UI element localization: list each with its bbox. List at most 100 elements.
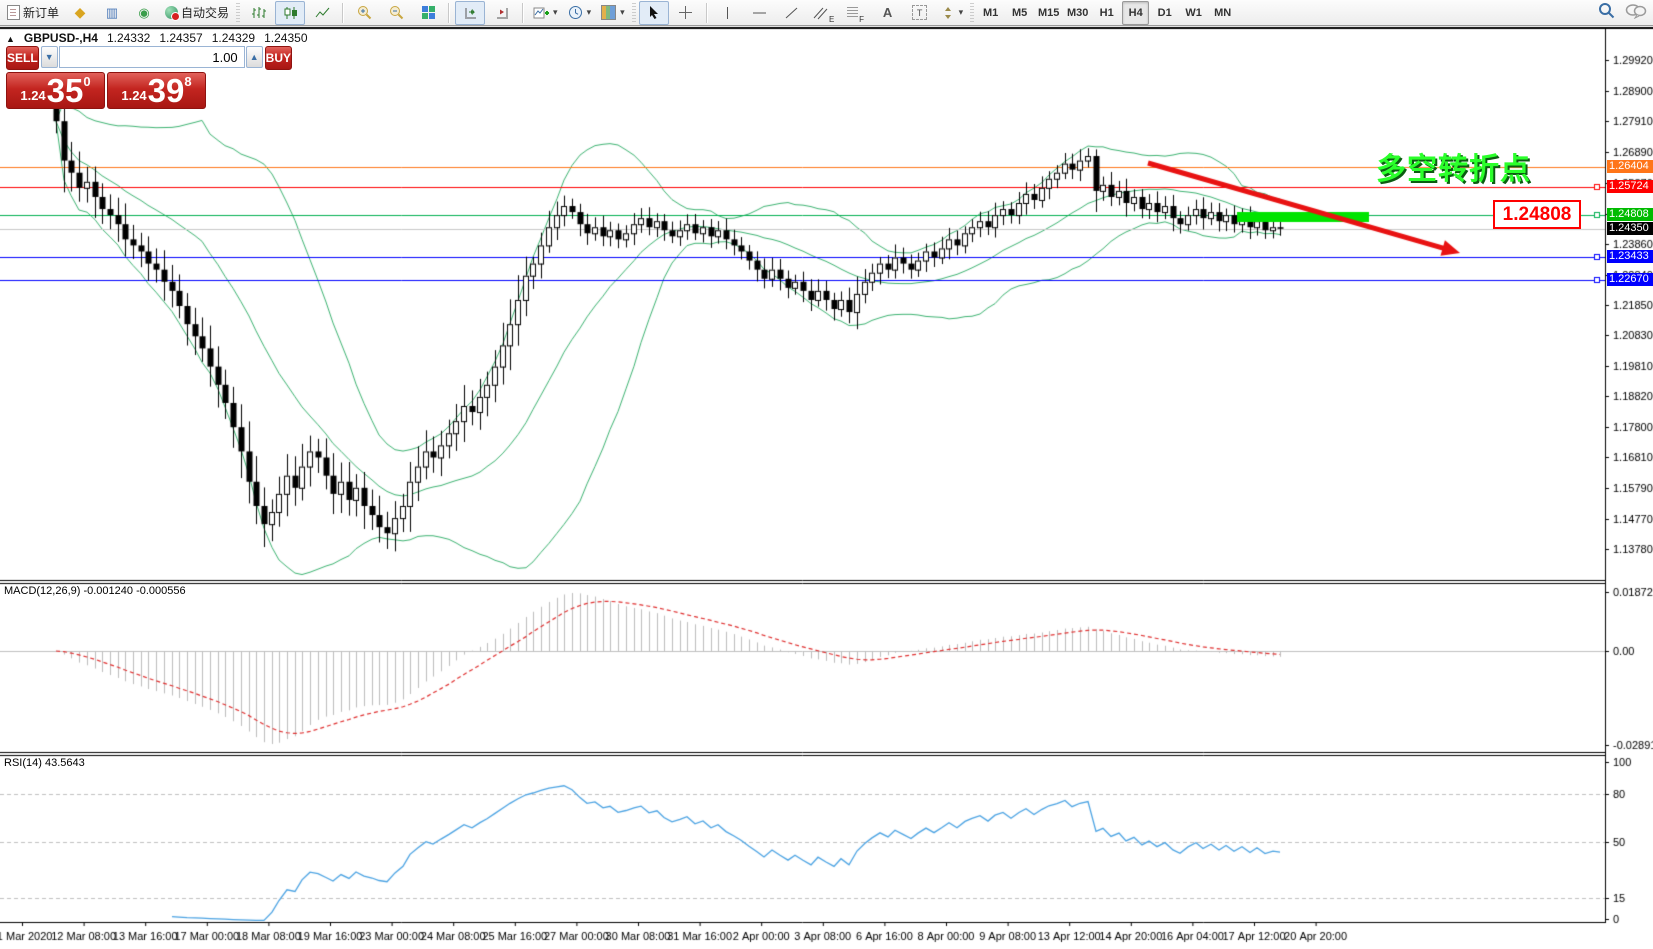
turning-point-annotation[interactable]: 多空转折点 xyxy=(1376,144,1531,188)
tf-m15[interactable]: M15 xyxy=(1035,1,1062,25)
bar-chart-icon xyxy=(251,6,266,20)
rsi-label: RSI(14) 43.5643 xyxy=(4,757,85,769)
chevron-down-icon: ▾ xyxy=(959,7,964,18)
tf-m5[interactable]: M5 xyxy=(1006,1,1033,25)
templates-button[interactable]: ▾ xyxy=(597,1,629,25)
tf-d1[interactable]: D1 xyxy=(1151,1,1178,25)
arrows-icon xyxy=(941,6,955,20)
arrows-button[interactable]: ▾ xyxy=(937,1,968,25)
tf-m30[interactable]: M30 xyxy=(1064,1,1091,25)
sell-price-prefix: 1.24 xyxy=(20,88,45,103)
volume-down-button[interactable]: ▼ xyxy=(41,46,58,68)
sell-price-main: 35 xyxy=(47,76,84,106)
indicators-icon xyxy=(533,6,549,20)
indicators-button[interactable]: ▾ xyxy=(529,1,562,25)
buy-price-pipette: 8 xyxy=(184,74,191,89)
market-watch-icon: ◆ xyxy=(75,6,86,19)
buy-button[interactable]: BUY xyxy=(265,46,292,70)
main-toolbar: 新订单 ◆ ▥ ◉ 自动交易 xyxy=(0,0,1653,26)
chart-shift-button[interactable] xyxy=(487,1,517,25)
volume-stepper: ▼ ▲ xyxy=(41,46,263,68)
buy-price-main: 39 xyxy=(148,76,185,106)
zoom-out-button[interactable] xyxy=(381,1,411,25)
search-icon[interactable] xyxy=(1598,2,1615,19)
text-label-button[interactable]: T xyxy=(905,1,935,25)
data-window-button[interactable]: ▥ xyxy=(97,1,127,25)
tf-m1[interactable]: M1 xyxy=(977,1,1004,25)
price-level-label: 1.24808 xyxy=(1607,208,1653,221)
line-chart-button[interactable] xyxy=(307,1,337,25)
cursor-button[interactable] xyxy=(639,1,669,25)
autotrading-icon xyxy=(165,6,178,19)
text-button[interactable]: A xyxy=(873,1,903,25)
volume-up-button[interactable]: ▲ xyxy=(246,46,263,68)
periods-button[interactable]: ▾ xyxy=(564,1,596,25)
sell-price-pipette: 0 xyxy=(83,74,90,89)
volume-input[interactable] xyxy=(59,46,245,68)
navigator-button[interactable]: ◉ xyxy=(129,1,159,25)
market-watch-button[interactable]: ◆ xyxy=(65,1,95,25)
tf-h4[interactable]: H4 xyxy=(1122,1,1149,25)
symbol-marker-icon: ▲ xyxy=(6,34,15,44)
auto-scroll-icon xyxy=(463,6,478,20)
horizontal-line-icon xyxy=(752,6,767,20)
chevron-down-icon: ▾ xyxy=(587,7,592,18)
fibonacci-icon xyxy=(847,7,858,18)
periods-icon xyxy=(568,5,583,20)
price-level-label: 1.22670 xyxy=(1607,273,1653,286)
ohlc-low: 1.24329 xyxy=(212,31,255,45)
trendline-button[interactable] xyxy=(777,1,807,25)
macd-label: MACD(12,26,9) -0.001240 -0.000556 xyxy=(4,585,186,597)
auto-scroll-button[interactable] xyxy=(455,1,485,25)
channel-icon xyxy=(813,6,828,20)
sell-button[interactable]: SELL xyxy=(6,46,39,70)
horizontal-line-button[interactable] xyxy=(745,1,775,25)
price-box-annotation[interactable]: 1.24808 xyxy=(1493,200,1581,229)
price-level-label: 1.25724 xyxy=(1607,180,1653,193)
new-order-icon xyxy=(7,5,20,20)
tf-mn[interactable]: MN xyxy=(1209,1,1236,25)
price-level-label: 1.23433 xyxy=(1607,250,1653,263)
sell-price-button[interactable]: 1.24 35 0 xyxy=(6,72,105,109)
bar-chart-button[interactable] xyxy=(243,1,273,25)
chat-icon[interactable] xyxy=(1625,3,1647,19)
cursor-icon xyxy=(647,5,660,20)
new-order-button[interactable]: 新订单 xyxy=(3,1,63,25)
toolbar-separator xyxy=(342,3,344,23)
ohlc-close: 1.24350 xyxy=(264,31,307,45)
zoom-out-icon xyxy=(389,5,404,20)
chart-canvas[interactable] xyxy=(0,0,1653,949)
candlestick-icon xyxy=(283,6,298,20)
fibonacci-button[interactable]: F xyxy=(841,1,871,25)
tf-w1[interactable]: W1 xyxy=(1180,1,1207,25)
one-click-trade-panel: SELL ▼ ▲ BUY 1.24 35 0 1.24 39 8 xyxy=(6,46,209,109)
autotrading-label: 自动交易 xyxy=(181,4,229,21)
toolbar-separator xyxy=(706,3,708,23)
vertical-line-button[interactable] xyxy=(713,1,743,25)
zoom-in-icon xyxy=(357,5,372,20)
trendline-icon xyxy=(784,6,799,20)
chevron-down-icon: ▾ xyxy=(553,7,558,18)
buy-price-prefix: 1.24 xyxy=(121,88,146,103)
candlestick-button[interactable] xyxy=(275,1,305,25)
zoom-in-button[interactable] xyxy=(349,1,379,25)
toolbar-separator xyxy=(448,3,450,23)
price-level-label: 1.24350 xyxy=(1607,222,1653,235)
line-chart-icon xyxy=(315,6,330,20)
buy-price-button[interactable]: 1.24 39 8 xyxy=(107,72,206,109)
data-window-icon: ▥ xyxy=(106,6,118,19)
tile-windows-button[interactable] xyxy=(413,1,443,25)
chevron-down-icon: ▾ xyxy=(620,7,625,18)
text-label-icon: T xyxy=(912,5,927,20)
toolbar-handle xyxy=(632,3,636,23)
channel-button[interactable]: E xyxy=(809,1,839,25)
toolbar-handle xyxy=(236,3,240,23)
toolbar-handle xyxy=(970,3,974,23)
text-icon: A xyxy=(883,6,892,19)
chart-window: 新订单 ◆ ▥ ◉ 自动交易 xyxy=(0,0,1653,949)
ohlc-open: 1.24332 xyxy=(107,31,150,45)
vertical-line-icon xyxy=(722,6,733,20)
tf-h1[interactable]: H1 xyxy=(1093,1,1120,25)
autotrading-button[interactable]: 自动交易 xyxy=(161,1,233,25)
crosshair-button[interactable] xyxy=(671,1,701,25)
